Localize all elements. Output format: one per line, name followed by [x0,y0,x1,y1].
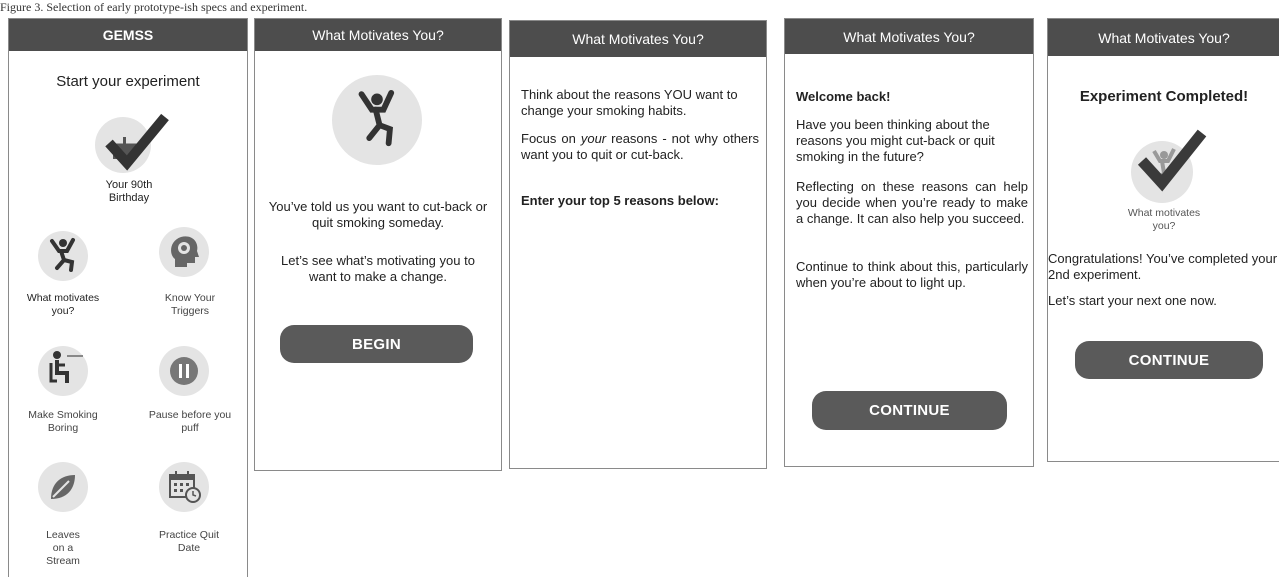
screen-title: What Motivates You? [843,28,975,45]
sitting-person-icon [49,351,83,383]
tile-label: Practice Quit Date [158,529,220,554]
jumping-person-icon [50,238,75,272]
motivation-reasons-screen: What Motivates You? Think about the reas… [509,20,767,469]
pause-icon [170,357,198,385]
completed-paragraph-2: Let’s start your next one now. [1048,293,1217,308]
home-screen: GEMSS Start your experiment Your 90th Bi… [8,18,248,577]
leaf-icon [51,475,75,499]
continue-button[interactable]: CONTINUE [1075,341,1263,379]
app-header: GEMSS [9,19,247,51]
completed-paragraph-1: Congratulations! You’ve completed your 2… [1048,251,1278,282]
reasons-emphasis: your [580,131,607,146]
completed-title: Experiment Completed! [1079,88,1249,105]
welcome-paragraph-1: Have you been thinking about the reasons… [796,117,995,164]
head-gear-icon [171,236,199,267]
featured-label: Your 90th Birthday [105,179,153,204]
tile-label: Leaves on a Stream [46,529,80,567]
reasons-instruction: Enter your top 5 reasons below: [521,193,719,208]
jumping-person-icon [358,89,395,147]
continue-button[interactable]: CONTINUE [812,391,1007,430]
welcome-title: Welcome back! [796,89,891,104]
welcome-paragraph-2: Reflecting on these reasons can help you… [796,179,1028,226]
tile-label: What motivates you? [26,292,100,317]
reasons-paragraph-1: Think about the reasons YOU want to chan… [521,87,738,118]
tile-label: Make Smoking Boring [28,409,98,434]
screen-header: What Motivates You? [510,21,766,57]
intro-paragraph-2: Let’s see what’s motivating you to want … [281,253,475,284]
screen-title: What Motivates You? [1098,29,1230,46]
reasons-paragraph-2: Focus on your reasons - not why others w… [521,131,759,163]
begin-button[interactable]: BEGIN [280,325,473,363]
welcome-paragraph-3: Continue to think about this, particular… [796,259,1028,290]
birthday-check-icon [105,113,169,171]
tile-label: Know Your Triggers [164,292,216,317]
intro-paragraph-1: You’ve told us you want to cut-back or q… [268,199,488,230]
reasons-text-start: Focus on [521,131,581,146]
figure-caption: Figure 3. Selection of early prototype-i… [0,0,308,14]
screen-header: What Motivates You? [1048,19,1279,56]
calendar-clock-icon [169,471,201,503]
home-title: Start your experiment [56,73,200,90]
experiment-completed-screen: What Motivates You? Experiment Completed… [1047,18,1279,462]
tile-label: Pause before you puff [148,409,232,434]
app-title: GEMSS [102,27,154,43]
screen-title: What Motivates You? [572,31,704,47]
motivation-intro-screen: What Motivates You? You’ve told us you w… [254,18,502,471]
screen-header: What Motivates You? [785,19,1033,54]
completed-icon-label: What motivates you? [1127,207,1201,232]
screen-header: What Motivates You? [255,19,501,51]
completed-check-icon [1137,129,1207,192]
screen-title: What Motivates You? [312,27,444,43]
welcome-back-screen: What Motivates You? Welcome back! Have y… [784,18,1034,467]
